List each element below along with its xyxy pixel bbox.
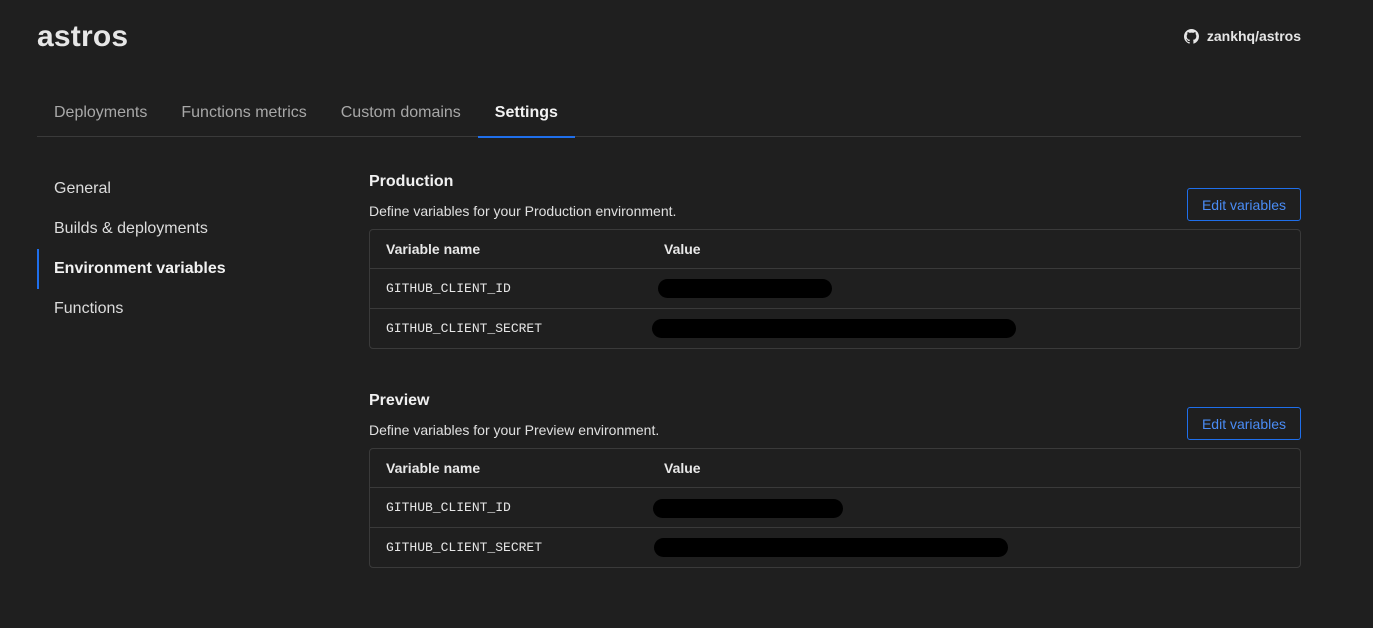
preview-description: Define variables for your Preview enviro…: [369, 422, 660, 438]
preview-title: Preview: [369, 392, 430, 409]
variable-name: GITHUB_CLIENT_ID: [386, 281, 511, 296]
column-header-variable-name: Variable name: [386, 241, 481, 257]
preview-variables-table: Variable name Value GITHUB_CLIENT_ID GIT…: [369, 448, 1301, 568]
column-header-value: Value: [664, 460, 701, 476]
variable-value: [648, 528, 1300, 567]
settings-sidebar: General Builds & deployments Environment…: [37, 169, 297, 329]
table-header-row: Variable name Value: [370, 230, 1300, 268]
repo-label: zankhq/astros: [1206, 28, 1301, 44]
production-title: Production: [369, 173, 454, 190]
page: astros zankhq/astros Deployments Functio…: [0, 0, 1373, 628]
variable-value: [648, 309, 1300, 348]
table-row: GITHUB_CLIENT_ID: [370, 487, 1300, 527]
table-row: GITHUB_CLIENT_SECRET: [370, 527, 1300, 567]
sidebar-item-functions[interactable]: Functions: [37, 289, 297, 329]
redacted-value: [652, 319, 1016, 338]
variable-name: GITHUB_CLIENT_SECRET: [386, 540, 543, 555]
sidebar-item-environment-variables[interactable]: Environment variables: [37, 249, 297, 289]
variable-name: GITHUB_CLIENT_ID: [386, 500, 511, 515]
variable-value: [648, 488, 1300, 527]
sidebar-item-builds-deployments[interactable]: Builds & deployments: [37, 209, 297, 249]
tab-deployments[interactable]: Deployments: [37, 92, 164, 137]
variable-value: [648, 269, 1300, 308]
tab-settings[interactable]: Settings: [477, 92, 576, 138]
production-variables-table: Variable name Value GITHUB_CLIENT_ID GIT…: [369, 229, 1301, 349]
production-section: Production Define variables for your Pro…: [369, 172, 1301, 349]
table-header-row: Variable name Value: [370, 449, 1300, 487]
redacted-value: [653, 499, 843, 518]
preview-edit-variables-button[interactable]: Edit variables: [1187, 407, 1301, 440]
github-icon: [1183, 28, 1199, 44]
tab-bar: Deployments Functions metrics Custom dom…: [37, 92, 1301, 138]
table-row: GITHUB_CLIENT_ID: [370, 268, 1300, 308]
sidebar-item-general[interactable]: General: [37, 169, 297, 209]
production-edit-variables-button[interactable]: Edit variables: [1187, 188, 1301, 221]
variable-name: GITHUB_CLIENT_SECRET: [386, 321, 543, 336]
repo-link[interactable]: zankhq/astros: [1183, 28, 1301, 44]
column-header-variable-name: Variable name: [386, 460, 481, 476]
table-row: GITHUB_CLIENT_SECRET: [370, 308, 1300, 348]
tab-custom-domains[interactable]: Custom domains: [324, 92, 478, 137]
redacted-value: [658, 279, 832, 298]
project-title: astros: [37, 20, 129, 53]
production-description: Define variables for your Production env…: [369, 203, 677, 219]
preview-section: Preview Define variables for your Previe…: [369, 391, 1301, 568]
redacted-value: [654, 538, 1008, 557]
tab-functions-metrics[interactable]: Functions metrics: [164, 92, 323, 137]
column-header-value: Value: [664, 241, 701, 257]
